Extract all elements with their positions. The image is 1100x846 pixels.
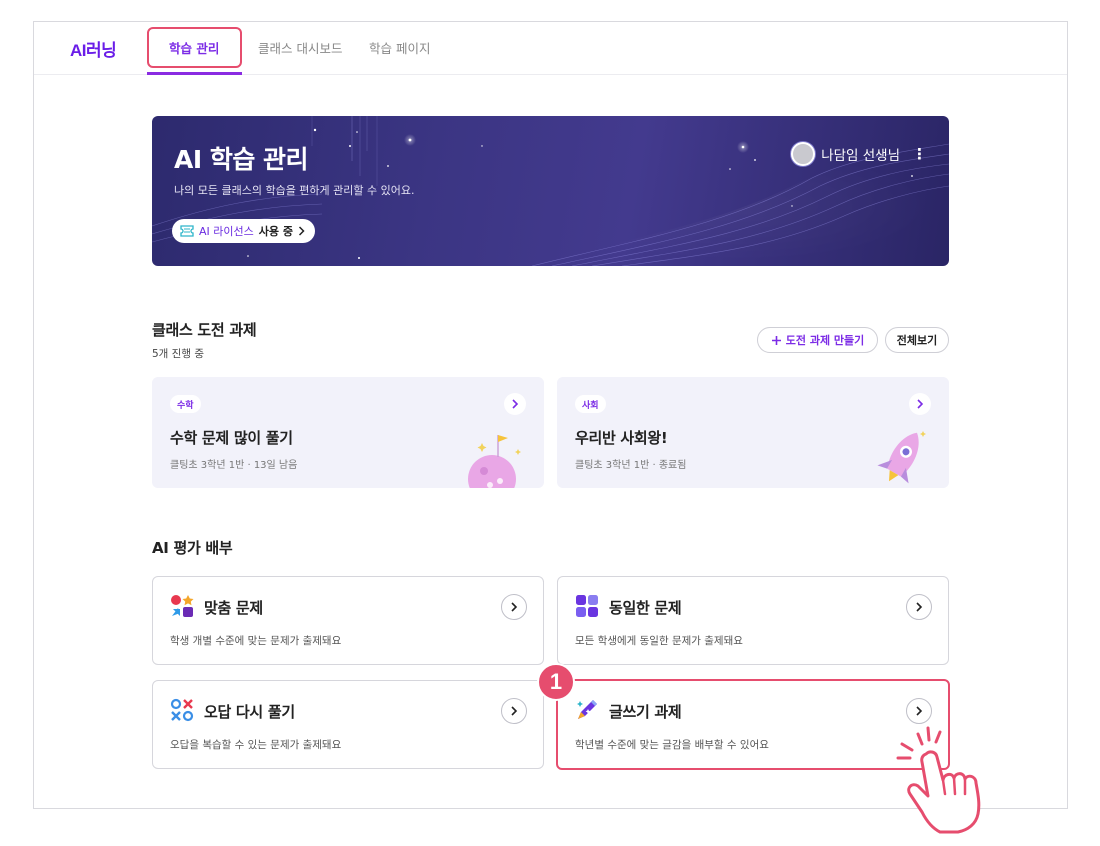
chevron-right-icon[interactable] [906, 594, 932, 620]
eval-card-wrong-answer[interactable]: 오답 다시 풀기 오답을 복습할 수 있는 문제가 출제돼요 [152, 680, 544, 769]
chevron-right-icon[interactable] [501, 698, 527, 724]
challenge-card-math[interactable]: 수학 수학 문제 많이 풀기 클팅초 3학년 1반 · 13일 남음 [152, 377, 544, 488]
same-problem-icon [576, 595, 598, 617]
challenge-count: 5개 진행 중 [152, 348, 204, 360]
license-name: AI 라이선스 [199, 225, 254, 238]
writing-pen-icon [577, 700, 597, 719]
logo[interactable]: AI러닝 [70, 36, 117, 61]
planet-flag-illustration [468, 435, 521, 488]
challenge-meta: 클팅초 3학년 1반 · 13일 남음 [170, 460, 298, 471]
chevron-right-icon [298, 226, 305, 236]
challenge-title: 수학 문제 많이 풀기 [170, 429, 293, 447]
challenge-meta: 클팅초 3학년 1반 · 종료됨 [575, 460, 687, 471]
avatar [791, 142, 816, 166]
create-challenge-label: 도전 과제 만들기 [785, 334, 865, 347]
license-status-button[interactable]: AI 라이선스 사용 중 [172, 219, 315, 243]
chevron-right-icon[interactable] [906, 698, 932, 724]
view-all-button[interactable]: 전체보기 [885, 327, 949, 353]
plus-icon [771, 335, 781, 345]
view-all-label: 전체보기 [896, 334, 938, 347]
top-navigation: AI러닝 학습 관리 클래스 대시보드 학습 페이지 [34, 22, 1067, 75]
ticket-icon [180, 225, 194, 237]
eval-card-same-problem[interactable]: 동일한 문제 모든 학생에게 동일한 문제가 출제돼요 [557, 576, 949, 665]
eval-title: 글쓰기 과제 [609, 703, 682, 721]
pointing-hand-icon [896, 726, 981, 834]
hero-banner: AI 학습 관리 나의 모든 클래스의 학습을 편하게 관리할 수 있어요. A… [152, 116, 949, 266]
challenge-card-social[interactable]: 사회 우리반 사회왕! 클팅초 3학년 1반 · 종료됨 [557, 377, 949, 488]
user-profile[interactable]: 나담임 선생님 ⋮ [791, 142, 927, 166]
eval-card-custom-problem[interactable]: 맞춤 문제 학생 개별 수준에 맞는 문제가 출제돼요 [152, 576, 544, 665]
banner-description: 나의 모든 클래스의 학습을 편하게 관리할 수 있어요. [174, 184, 415, 197]
eval-description: 학년별 수준에 맞는 글감을 배부할 수 있어요 [575, 739, 769, 751]
chevron-right-icon[interactable] [504, 393, 526, 415]
tab-class-dashboard[interactable]: 클래스 대시보드 [258, 38, 342, 57]
eval-description: 모든 학생에게 동일한 문제가 출제돼요 [575, 635, 743, 647]
chevron-right-icon[interactable] [501, 594, 527, 620]
challenge-section-title: 클래스 도전 과제 [152, 321, 257, 339]
active-tab-underline [147, 72, 242, 75]
eval-title: 맞춤 문제 [204, 599, 263, 617]
chevron-right-icon[interactable] [909, 393, 931, 415]
rocket-illustration [877, 431, 926, 484]
eval-title: 오답 다시 풀기 [204, 703, 295, 721]
subject-tag: 수학 [170, 395, 201, 413]
wrong-answer-icon [170, 698, 194, 722]
evaluation-section-title: AI 평가 배부 [152, 539, 233, 557]
custom-problem-icon [171, 595, 194, 617]
step-number-badge: 1 [537, 663, 575, 701]
tab-learning-page[interactable]: 학습 페이지 [369, 38, 430, 57]
eval-description: 학생 개별 수준에 맞는 문제가 출제돼요 [170, 635, 342, 647]
tab-learning-management[interactable]: 학습 관리 [169, 38, 219, 57]
eval-title: 동일한 문제 [609, 599, 682, 617]
banner-title: AI 학습 관리 [174, 145, 309, 174]
more-menu-icon[interactable]: ⋮ [912, 146, 927, 162]
challenge-title: 우리반 사회왕! [575, 429, 668, 447]
subject-tag: 사회 [575, 395, 606, 413]
create-challenge-button[interactable]: 도전 과제 만들기 [757, 327, 878, 353]
license-status: 사용 중 [258, 225, 293, 238]
eval-description: 오답을 복습할 수 있는 문제가 출제돼요 [170, 739, 342, 751]
user-name: 나담임 선생님 [821, 148, 900, 164]
